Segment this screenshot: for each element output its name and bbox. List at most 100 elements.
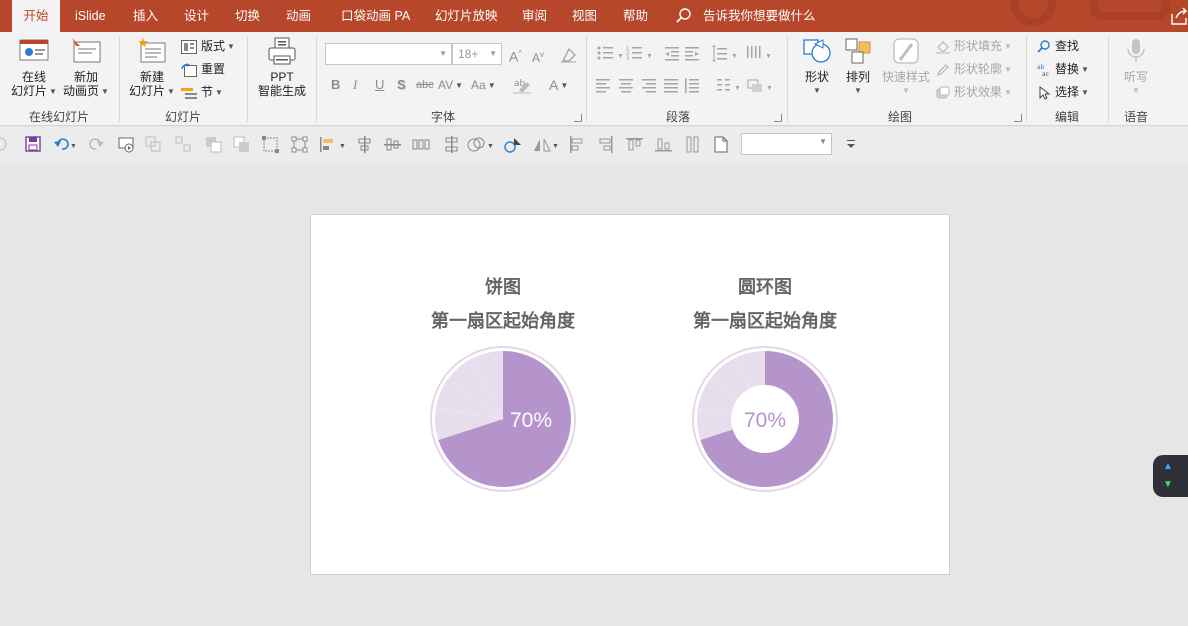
tab-slideshow[interactable]: 幻灯片放映 bbox=[435, 0, 498, 32]
svg-text:▼: ▼ bbox=[487, 143, 494, 150]
align-top-edges-icon[interactable] bbox=[626, 136, 644, 154]
shrink-font-button[interactable]: Av bbox=[532, 45, 544, 65]
autosave-icon[interactable] bbox=[0, 136, 10, 152]
select-frame-icon[interactable] bbox=[262, 136, 280, 154]
qat-dropdown[interactable]: ▼ bbox=[741, 133, 832, 155]
customize-qat-icon[interactable] bbox=[846, 136, 856, 152]
share-icon[interactable] bbox=[1170, 6, 1188, 26]
merge-shapes-icon[interactable]: ▼ bbox=[467, 136, 495, 154]
shape-effects-button[interactable]: 形状效果 ▼ bbox=[936, 82, 1012, 102]
align-right-edges-icon[interactable] bbox=[597, 136, 615, 154]
slide-canvas[interactable]: 饼图 第一扇区起始角度 70% 圆环图 第一扇区起始角度 70% bbox=[310, 214, 950, 575]
bring-forward-icon[interactable] bbox=[205, 136, 223, 154]
online-slides-icon bbox=[19, 39, 49, 61]
undo-icon[interactable]: ▼ bbox=[54, 136, 78, 152]
arrange-button[interactable]: 排列 ▼ bbox=[839, 36, 877, 98]
shapes-button[interactable]: 形状 ▼ bbox=[797, 36, 837, 98]
section-button[interactable]: 节 ▼ bbox=[181, 82, 223, 102]
select-button[interactable]: 选择 ▼ bbox=[1037, 82, 1089, 102]
pie-chart-title: 饼图 bbox=[485, 277, 521, 298]
quick-styles-button[interactable]: 快速样式 ▼ bbox=[879, 36, 933, 98]
crop-frame-icon[interactable] bbox=[291, 136, 309, 154]
new-animation-page-button[interactable]: 新加 动画页 ▼ bbox=[60, 36, 112, 99]
grow-font-button[interactable]: A^ bbox=[509, 44, 522, 65]
tab-design[interactable]: 设计 bbox=[184, 0, 209, 32]
char-spacing-button[interactable]: AV ▼ bbox=[438, 75, 463, 95]
align-middle-object-icon[interactable] bbox=[384, 136, 402, 154]
redo-icon[interactable] bbox=[88, 136, 104, 152]
shape-outline-button[interactable]: 形状轮廓 ▼ bbox=[936, 59, 1012, 79]
distribute-horizontal-icon[interactable] bbox=[412, 136, 430, 154]
tab-insert[interactable]: 插入 bbox=[133, 0, 158, 32]
flip-icon[interactable]: ▼ bbox=[532, 136, 560, 154]
tab-view[interactable]: 视图 bbox=[572, 0, 597, 32]
find-button[interactable]: 查找 bbox=[1037, 36, 1079, 56]
tab-pocket-animation[interactable]: 口袋动画 PA bbox=[341, 0, 410, 32]
clear-formatting-icon[interactable] bbox=[559, 47, 577, 63]
highlight-icon[interactable]: ab bbox=[513, 76, 537, 94]
align-left-object-icon[interactable]: ▼ bbox=[319, 136, 347, 154]
quick-access-toolbar: ▼ ▼ ▼ ▼ ▼ bbox=[0, 127, 1188, 163]
ungroup-objects-icon[interactable] bbox=[175, 136, 193, 154]
cursor-icon bbox=[1039, 85, 1051, 100]
quick-styles-icon bbox=[893, 38, 919, 64]
quick-styles-label: 快速样式 bbox=[881, 70, 930, 84]
reset-button[interactable]: 重置 bbox=[181, 59, 225, 79]
group-label-editing: 编辑 bbox=[1054, 110, 1079, 124]
align-center-object-icon[interactable] bbox=[356, 136, 374, 154]
start-slideshow-icon[interactable] bbox=[118, 136, 136, 154]
tab-home[interactable]: 开始 bbox=[12, 0, 60, 32]
donut-chart-subtitle: 第一扇区起始角度 bbox=[693, 311, 837, 332]
new-document-icon[interactable] bbox=[713, 136, 729, 154]
tab-animations[interactable]: 动画 bbox=[286, 0, 311, 32]
animation-pane-icon[interactable] bbox=[504, 136, 524, 154]
change-case-button[interactable]: Aa ▼ bbox=[471, 75, 496, 95]
layout-button[interactable]: 版式 ▼ bbox=[181, 36, 235, 56]
group-label-slides: 幻灯片 bbox=[164, 110, 201, 124]
new-slide-button[interactable]: 新建 幻灯片 ▼ bbox=[126, 36, 178, 99]
font-size-dropdown[interactable]: 18+ ▼ bbox=[452, 43, 502, 65]
align-left-edges-icon[interactable] bbox=[568, 136, 586, 154]
ppt-ai-label-1: PPT bbox=[270, 70, 294, 84]
font-name-dropdown[interactable]: ▼ bbox=[325, 43, 452, 65]
text-shadow-button[interactable]: S bbox=[397, 75, 406, 95]
svg-text:ac: ac bbox=[1042, 71, 1049, 77]
group-separator bbox=[787, 36, 788, 122]
tab-transitions[interactable]: 切换 bbox=[235, 0, 260, 32]
save-icon[interactable] bbox=[25, 136, 41, 152]
donut-chart[interactable]: 70% bbox=[690, 344, 840, 494]
dictate-button[interactable]: 听写 ▼ bbox=[1116, 36, 1156, 98]
dictate-label: 听写 bbox=[1123, 70, 1148, 84]
tab-islide[interactable]: iSlide bbox=[75, 0, 106, 32]
paragraph-dialog-launcher[interactable] bbox=[774, 114, 782, 122]
shape-fill-button[interactable]: 形状填充 ▼ bbox=[936, 36, 1012, 56]
italic-button[interactable]: I bbox=[353, 75, 357, 95]
font-color-button[interactable]: A ▼ bbox=[549, 75, 568, 95]
strikethrough-button[interactable]: abc bbox=[416, 75, 434, 95]
same-height-icon[interactable] bbox=[684, 136, 702, 154]
ppt-ai-label-2: 智能生成 bbox=[257, 84, 306, 98]
group-objects-icon[interactable] bbox=[145, 136, 163, 154]
align-bottom-edges-icon[interactable] bbox=[655, 136, 673, 154]
replace-button[interactable]: ab ac 替换 ▼ bbox=[1037, 59, 1089, 79]
bold-button[interactable]: B bbox=[331, 75, 340, 95]
distribute-vertical-icon[interactable] bbox=[443, 136, 461, 154]
tab-review[interactable]: 审阅 bbox=[522, 0, 547, 32]
group-label-voice: 语音 bbox=[1123, 110, 1148, 124]
arrow-up-icon: ▲ bbox=[1163, 461, 1173, 472]
paragraph-row-2-icons: ▼ ▼ bbox=[596, 78, 773, 93]
grow-font-glyph: A bbox=[509, 48, 519, 65]
pie-chart[interactable]: 70% bbox=[428, 344, 578, 494]
font-dialog-launcher[interactable] bbox=[574, 114, 582, 122]
floating-side-widget[interactable]: ▲ ▼ bbox=[1153, 455, 1188, 497]
online-slides-label-1: 在线 bbox=[21, 70, 46, 84]
donut-chart-title: 圆环图 bbox=[738, 277, 792, 298]
arrow-down-icon: ▼ bbox=[1163, 479, 1173, 490]
drawing-dialog-launcher[interactable] bbox=[1014, 114, 1022, 122]
underline-button[interactable]: U bbox=[375, 75, 384, 95]
decoration-circle bbox=[1010, 0, 1056, 26]
online-slides-button[interactable]: 在线 幻灯片 ▼ bbox=[8, 36, 60, 99]
ppt-ai-generate-button[interactable]: PPT 智能生成 bbox=[254, 36, 310, 98]
tab-help[interactable]: 帮助 bbox=[623, 0, 648, 32]
send-backward-icon[interactable] bbox=[233, 136, 251, 154]
